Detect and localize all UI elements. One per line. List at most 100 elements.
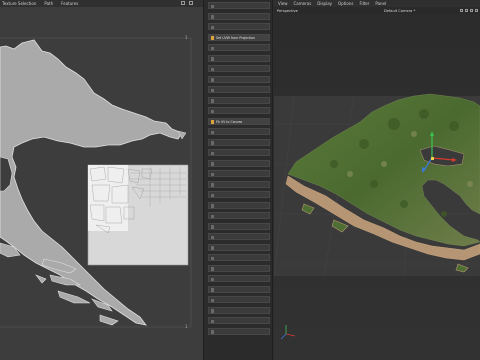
camera-name-label[interactable]: Default Camera * [384,9,415,13]
menu-cameras[interactable]: Cameras [294,1,312,6]
command-icon [210,130,214,134]
maximize-icon[interactable] [189,1,193,5]
uv-command-button[interactable] [208,180,270,188]
projection-icon [210,36,214,40]
scene-drawing [274,14,480,360]
uv-command-button[interactable] [208,96,270,104]
menu-panel[interactable]: Panel [375,1,386,6]
menu-display[interactable]: Display [317,1,332,6]
command-icon [210,46,214,50]
command-icon [210,162,214,166]
viewport-scene[interactable] [274,14,480,360]
command-icon [210,256,214,260]
uv-command-button[interactable] [208,285,270,293]
command-icon [210,183,214,187]
uv-command-button[interactable] [208,327,270,335]
uv-command-button[interactable]: Fit UV to Canvas [208,117,270,125]
uv-command-button[interactable] [208,201,270,209]
uv-menubar: Texture Selection Path Features [0,0,203,7]
uv-command-button[interactable] [208,233,270,240]
command-icon [210,330,214,334]
command-icon [210,99,214,103]
uv-canvas[interactable]: 1 1 [0,7,203,360]
command-icon [210,25,214,29]
command-icon [210,309,214,313]
command-icon [210,319,214,323]
command-icon [210,225,214,229]
maximize-view-icon[interactable] [475,9,478,12]
command-icon [210,277,214,281]
command-icon [210,88,214,92]
uv-command-button[interactable] [208,23,270,30]
viewport-menubar: View Cameras Display Options Filter Pane… [274,0,480,7]
uv-tick-bottom-right: 1 [185,324,188,329]
uv-commands-panel: Set UVW from Projection Fit UV to Canvas [203,0,273,360]
menu-filter[interactable]: Filter [359,1,369,6]
uv-island [57,290,91,304]
uv-command-label: Fit UV to Canvas [216,119,243,124]
uv-command-button[interactable] [208,128,270,135]
command-icon [210,57,214,61]
uv-tick-top-right: 1 [185,35,188,40]
command-icon [210,4,214,8]
perspective-viewport[interactable]: View Cameras Display Options Filter Pane… [274,0,480,360]
uv-command-button[interactable] [208,12,270,20]
command-icon [210,67,214,71]
uv-command-button[interactable] [208,44,270,51]
uv-command-button[interactable]: Set UVW from Projection [208,33,270,41]
uv-command-button[interactable] [208,138,270,146]
uv-command-button[interactable] [208,222,270,230]
rotate-view-icon[interactable] [470,9,473,12]
uv-command-label: Set UVW from Projection [216,35,256,40]
command-icon [210,235,214,239]
command-icon [210,204,214,208]
command-icon [210,288,214,292]
uv-editor-panel[interactable]: Texture Selection Path Features 1 1 [0,0,203,360]
viewport-nav-icons [460,9,478,12]
command-icon [210,246,214,250]
uv-command-button[interactable] [208,317,270,324]
command-icon [210,267,214,271]
menu-view[interactable]: View [278,1,288,6]
uv-command-button[interactable] [208,191,270,198]
uv-island [99,314,119,326]
uv-command-button[interactable] [208,170,270,177]
command-icon [210,15,214,19]
uv-command-button[interactable] [208,306,270,314]
uv-command-button[interactable] [208,75,270,83]
zoom-view-icon[interactable] [465,9,468,12]
uv-command-button[interactable] [208,275,270,282]
uv-command-button[interactable] [208,149,270,156]
menu-path[interactable]: Path [44,1,53,6]
move-view-icon[interactable] [460,9,463,12]
command-icon [210,193,214,197]
command-icon [210,214,214,218]
uv-command-button[interactable] [208,212,270,219]
uv-window-icons [181,1,193,5]
fit-canvas-icon [210,120,214,124]
view-name-label: Perspective [277,9,298,13]
uv-command-button[interactable] [208,2,270,9]
uv-island [35,274,47,284]
uv-map-drawing [0,37,192,328]
uv-command-button[interactable] [208,296,270,303]
uv-command-button[interactable] [208,86,270,93]
command-icon [210,172,214,176]
command-icon [210,141,214,145]
uv-command-button[interactable] [208,65,270,72]
uv-packed-square [87,164,189,266]
command-icon [210,298,214,302]
menu-features[interactable]: Features [61,1,78,6]
command-icon [210,151,214,155]
layout-icon[interactable] [181,1,185,5]
uv-command-button[interactable] [208,107,270,114]
uv-command-button[interactable] [208,159,270,167]
command-icon [210,109,214,113]
menu-texture-selection[interactable]: Texture Selection [2,1,36,6]
command-icon [210,78,214,82]
uv-command-button[interactable] [208,243,270,251]
menu-options[interactable]: Options [338,1,353,6]
uv-command-button[interactable] [208,54,270,62]
uv-command-button[interactable] [208,254,270,261]
uv-command-button[interactable] [208,264,270,272]
